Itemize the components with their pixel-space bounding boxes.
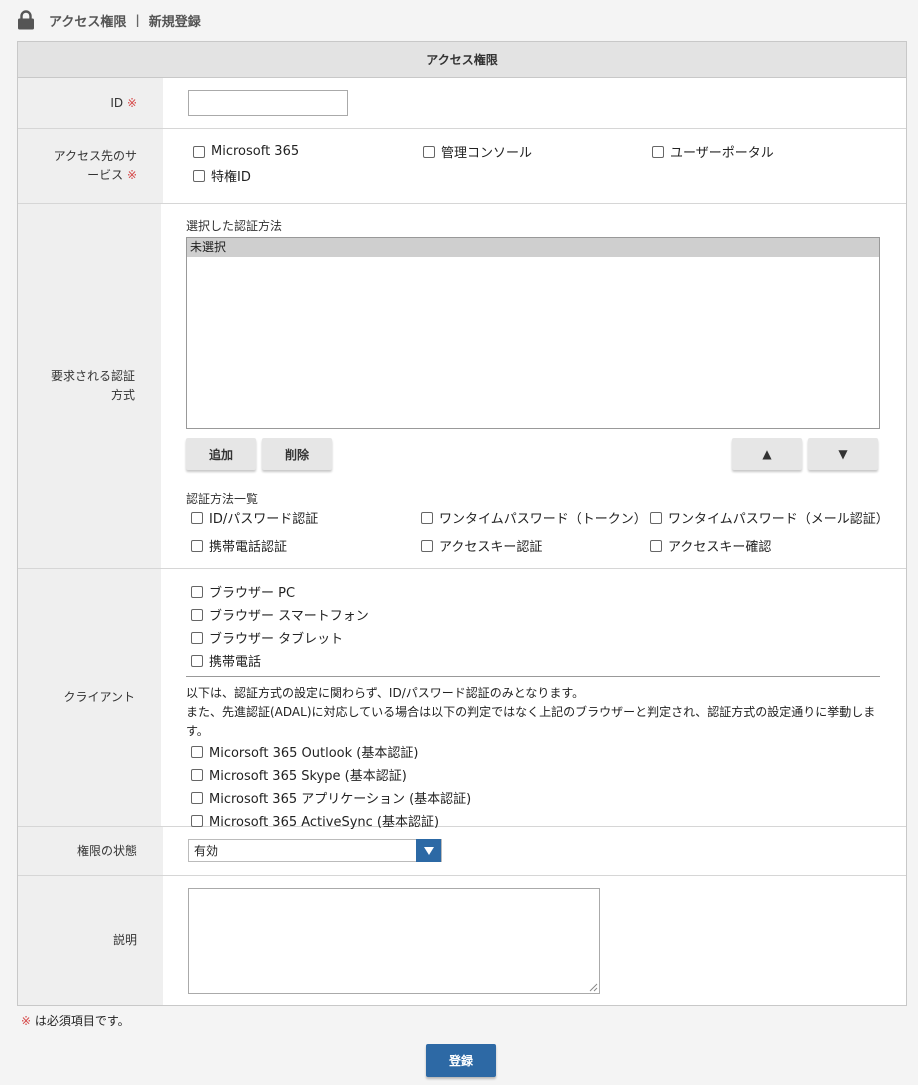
move-down-button[interactable]: ▼	[808, 438, 878, 470]
status-select-value: 有効	[194, 844, 219, 858]
description-label: 説明	[18, 876, 163, 1005]
client-apps-basic-checkbox[interactable]: Microsoft 365 アプリケーション (基本認証)	[186, 788, 880, 807]
checkbox-box[interactable]	[193, 145, 205, 158]
checkbox-box[interactable]	[652, 145, 664, 158]
checkbox-box[interactable]	[191, 791, 203, 804]
checkbox-box[interactable]	[191, 631, 203, 644]
description-row: 説明	[18, 876, 906, 1005]
service-privileged-id-checkbox[interactable]: 特権ID	[188, 166, 418, 185]
client-note: 以下は、認証方式の設定に関わらず、ID/パスワード認証のみとなります。 また、先…	[186, 686, 876, 738]
client-outlook-basic-checkbox[interactable]: Micorsoft 365 Outlook (基本認証)	[186, 742, 880, 761]
submit-button[interactable]: 登録	[426, 1044, 496, 1077]
method-access-key-confirm-checkbox[interactable]: アクセスキー確認	[645, 536, 875, 555]
breadcrumb-page: 新規登録	[148, 14, 201, 30]
delete-method-button[interactable]: 削除	[262, 438, 332, 470]
auth-method-label: 要求される認証 方式	[18, 204, 161, 568]
breadcrumb-section: アクセス権限	[49, 14, 127, 30]
access-permission-form: アクセス権限 ID ※ アクセス先のサ ービス ※ Microsoft 365 管…	[17, 41, 907, 1006]
client-browser-pc-checkbox[interactable]: ブラウザー PC	[186, 582, 880, 601]
checkbox-box[interactable]	[650, 539, 662, 552]
services-label: アクセス先のサ ービス ※	[18, 129, 163, 203]
checkbox-box[interactable]	[191, 745, 203, 758]
add-method-button[interactable]: 追加	[186, 438, 256, 470]
client-browser-tablet-checkbox[interactable]: ブラウザー タブレット	[186, 628, 880, 647]
method-id-password-checkbox[interactable]: ID/パスワード認証	[186, 508, 416, 527]
required-mark: ※	[21, 1014, 32, 1028]
id-input[interactable]	[188, 90, 348, 116]
service-admin-console-checkbox[interactable]: 管理コンソール	[418, 142, 647, 161]
checkbox-box[interactable]	[421, 539, 433, 552]
form-title: アクセス権限	[18, 42, 906, 78]
selected-methods-listbox[interactable]: 未選択	[186, 237, 880, 429]
method-otp-token-checkbox[interactable]: ワンタイムパスワード（トークン）	[416, 508, 647, 527]
breadcrumb-separator: |	[135, 13, 140, 27]
checkbox-box[interactable]	[191, 608, 203, 621]
required-mark: ※	[126, 95, 137, 110]
checkbox-box[interactable]	[423, 145, 435, 158]
list-item[interactable]: 未選択	[187, 238, 879, 257]
page-header: アクセス権限 | 新規登録	[17, 9, 201, 31]
selected-methods-label: 選択した認証方法	[186, 219, 283, 233]
divider	[186, 676, 880, 677]
client-mobile-phone-checkbox[interactable]: 携帯電話	[186, 651, 880, 670]
id-label: ID ※	[18, 78, 163, 128]
service-user-portal-checkbox[interactable]: ユーザーポータル	[647, 142, 877, 161]
checkbox-box[interactable]	[191, 539, 203, 552]
status-select[interactable]: 有効	[188, 839, 442, 862]
move-up-button[interactable]: ▲	[732, 438, 802, 470]
checkbox-box[interactable]	[650, 511, 662, 524]
description-textarea[interactable]	[188, 888, 600, 994]
checkbox-box[interactable]	[191, 768, 203, 781]
required-note: ※ は必須項目です。	[21, 1014, 130, 1028]
resize-handle-icon[interactable]	[589, 983, 598, 992]
auth-method-row: 要求される認証 方式 選択した認証方法 未選択 追加 削除 ▲ ▼ 認証方法一覧 …	[18, 204, 906, 569]
method-mobile-phone-checkbox[interactable]: 携帯電話認証	[186, 536, 416, 555]
status-label: 権限の状態	[18, 827, 163, 875]
method-access-key-checkbox[interactable]: アクセスキー認証	[416, 536, 645, 555]
client-label: クライアント	[18, 569, 161, 826]
method-otp-email-checkbox[interactable]: ワンタイムパスワード（メール認証）	[645, 508, 889, 527]
client-row: クライアント ブラウザー PC ブラウザー スマートフォン ブラウザー タブレッ…	[18, 569, 906, 830]
triangle-down-icon[interactable]	[416, 839, 441, 862]
checkbox-box[interactable]	[193, 169, 205, 182]
services-row: アクセス先のサ ービス ※ Microsoft 365 管理コンソール ユーザーポ…	[18, 129, 906, 204]
lock-icon	[18, 10, 34, 30]
required-mark: ※	[126, 168, 137, 182]
client-browser-smartphone-checkbox[interactable]: ブラウザー スマートフォン	[186, 605, 880, 624]
client-skype-basic-checkbox[interactable]: Microsoft 365 Skype (基本認証)	[186, 765, 880, 784]
id-row: ID ※	[18, 78, 906, 129]
service-microsoft365-checkbox[interactable]: Microsoft 365	[188, 142, 418, 161]
checkbox-box[interactable]	[191, 511, 203, 524]
status-row: 権限の状態 有効	[18, 827, 906, 876]
checkbox-box[interactable]	[191, 654, 203, 667]
checkbox-box[interactable]	[191, 585, 203, 598]
method-list-label: 認証方法一覧	[186, 492, 259, 506]
checkbox-box[interactable]	[421, 511, 433, 524]
checkbox-box[interactable]	[191, 814, 203, 827]
